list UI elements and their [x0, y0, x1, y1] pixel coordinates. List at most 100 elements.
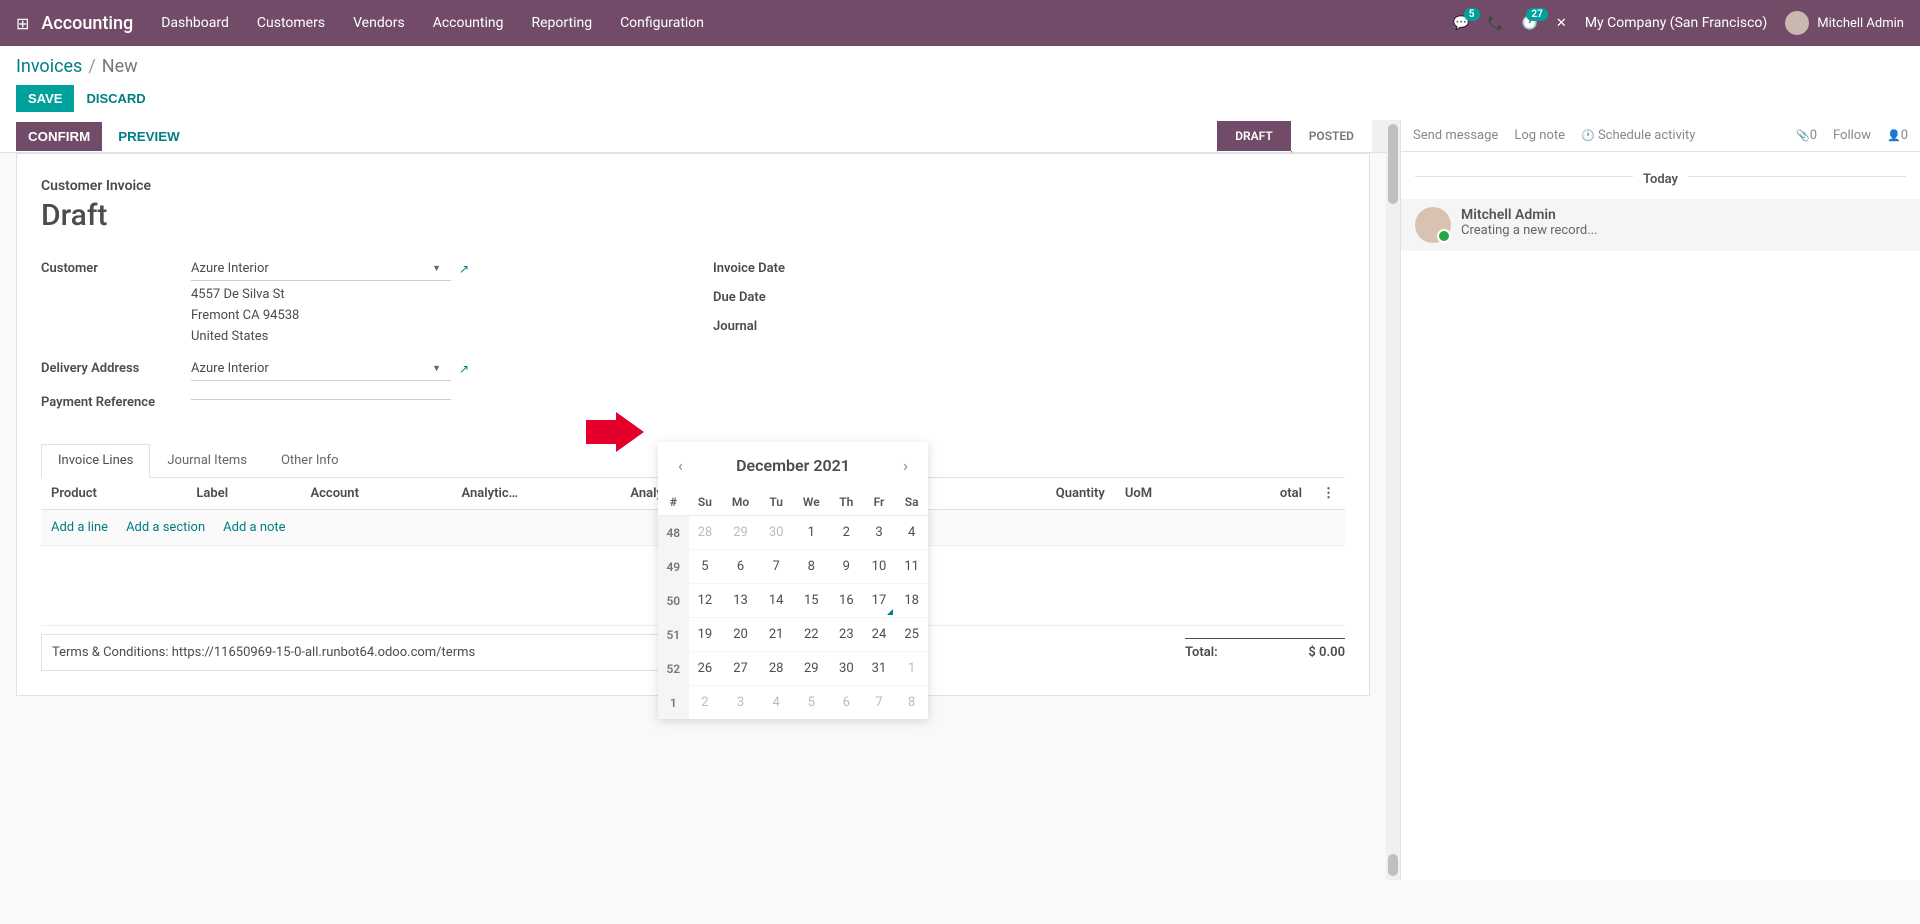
col-product: Product [41, 478, 186, 510]
menu-customers[interactable]: Customers [257, 15, 325, 31]
customer-input[interactable]: Azure Interior ▼ [191, 257, 451, 281]
send-message-button[interactable]: Send message [1413, 128, 1498, 143]
chat-icon[interactable]: 💬5 [1453, 16, 1469, 31]
calendar-day[interactable]: 26 [689, 652, 722, 686]
menu-reporting[interactable]: Reporting [532, 15, 593, 31]
status-posted[interactable]: POSTED [1291, 121, 1372, 151]
calendar-day[interactable]: 8 [793, 550, 831, 584]
debug-icon[interactable]: ✕ [1556, 16, 1567, 31]
menu-configuration[interactable]: Configuration [620, 15, 704, 31]
tab-invoice-lines[interactable]: Invoice Lines [41, 444, 150, 478]
calendar-day[interactable]: 29 [793, 652, 831, 686]
datepicker-prev-icon[interactable]: ‹ [670, 452, 691, 479]
calendar-day[interactable]: 4 [760, 686, 793, 720]
chevron-down-icon[interactable]: ▼ [432, 363, 441, 374]
menu-accounting[interactable]: Accounting [433, 15, 504, 31]
calendar-day[interactable]: 5 [793, 686, 831, 720]
calendar-day[interactable]: 23 [830, 618, 863, 652]
customer-address: 4557 De Silva St Fremont CA 94538 United… [191, 285, 673, 347]
calendar-day[interactable]: 1 [895, 652, 928, 686]
calendar-day[interactable]: 30 [830, 652, 863, 686]
menu-dashboard[interactable]: Dashboard [161, 15, 229, 31]
activity-icon[interactable]: 🕐27 [1522, 16, 1538, 31]
tab-journal-items[interactable]: Journal Items [150, 444, 264, 477]
calendar-day[interactable]: 27 [721, 652, 760, 686]
datepicker: ‹ December 2021 › #SuMoTuWeThFrSa 482829… [658, 442, 928, 719]
delivery-input[interactable]: Azure Interior ▼ [191, 357, 451, 381]
calendar-day[interactable]: 3 [863, 516, 896, 550]
add-section-button[interactable]: Add a section [126, 520, 205, 535]
calendar-day[interactable]: 17 [863, 584, 896, 618]
calendar-day[interactable]: 16 [830, 584, 863, 618]
schedule-activity-button[interactable]: 🕐 Schedule activity [1581, 128, 1695, 143]
calendar-day[interactable]: 12 [689, 584, 722, 618]
preview-button[interactable]: PREVIEW [118, 129, 179, 144]
follow-button[interactable]: Follow [1833, 128, 1871, 143]
status-draft[interactable]: DRAFT [1217, 121, 1291, 151]
calendar-day[interactable]: 22 [793, 618, 831, 652]
dow-header: Mo [721, 489, 760, 516]
chevron-down-icon[interactable]: ▼ [432, 263, 441, 274]
col-menu-icon[interactable]: ⋮ [1312, 478, 1345, 510]
calendar-day[interactable]: 24 [863, 618, 896, 652]
calendar-day[interactable]: 15 [793, 584, 831, 618]
calendar-day[interactable]: 3 [721, 686, 760, 720]
calendar-day[interactable]: 7 [760, 550, 793, 584]
calendar-day[interactable]: 9 [830, 550, 863, 584]
external-link-icon[interactable]: ↗ [459, 262, 469, 276]
user-menu[interactable]: Mitchell Admin [1785, 11, 1904, 35]
dow-header: Su [689, 489, 722, 516]
external-link-icon[interactable]: ↗ [459, 362, 469, 376]
calendar-day[interactable]: 8 [895, 686, 928, 720]
calendar-day[interactable]: 14 [760, 584, 793, 618]
calendar-day[interactable]: 28 [760, 652, 793, 686]
calendar-day[interactable]: 30 [760, 516, 793, 550]
terms-box[interactable]: Terms & Conditions: https://11650969-15-… [41, 634, 701, 671]
add-note-button[interactable]: Add a note [223, 520, 285, 535]
attachments-button[interactable]: 📎0 [1796, 128, 1817, 143]
followers-button[interactable]: 👤0 [1887, 128, 1908, 143]
topbar: ⊞ Accounting Dashboard Customers Vendors… [0, 0, 1920, 46]
add-line-button[interactable]: Add a line [51, 520, 108, 535]
calendar-day[interactable]: 2 [689, 686, 722, 720]
status-row: CONFIRM PREVIEW DRAFT POSTED [0, 120, 1386, 153]
calendar-day[interactable]: 29 [721, 516, 760, 550]
calendar-day[interactable]: 28 [689, 516, 722, 550]
app-name[interactable]: Accounting [41, 13, 133, 34]
apps-icon[interactable]: ⊞ [16, 14, 29, 33]
calendar-day[interactable]: 7 [863, 686, 896, 720]
calendar-day[interactable]: 18 [895, 584, 928, 618]
calendar-day[interactable]: 19 [689, 618, 722, 652]
payref-input[interactable] [191, 391, 451, 400]
calendar-day[interactable]: 25 [895, 618, 928, 652]
calendar-day[interactable]: 21 [760, 618, 793, 652]
main-scrollbar[interactable] [1386, 120, 1400, 880]
save-button[interactable]: SAVE [16, 85, 74, 112]
calendar-day[interactable]: 4 [895, 516, 928, 550]
discard-button[interactable]: DISCARD [86, 85, 145, 112]
calendar-day[interactable]: 6 [721, 550, 760, 584]
clock-icon: 🕐 [1581, 129, 1595, 142]
breadcrumb-root[interactable]: Invoices [16, 56, 82, 77]
calendar-day[interactable]: 20 [721, 618, 760, 652]
scrollbar[interactable] [1372, 120, 1386, 152]
col-uom: UoM [1115, 478, 1219, 510]
datepicker-title[interactable]: December 2021 [736, 456, 850, 475]
datepicker-next-icon[interactable]: › [895, 452, 916, 479]
calendar-day[interactable]: 2 [830, 516, 863, 550]
calendar-day[interactable]: 31 [863, 652, 896, 686]
calendar-day[interactable]: 6 [830, 686, 863, 720]
company-switcher[interactable]: My Company (San Francisco) [1585, 15, 1767, 31]
calendar-day[interactable]: 10 [863, 550, 896, 584]
calendar-day[interactable]: 1 [793, 516, 831, 550]
calendar-day[interactable]: 11 [895, 550, 928, 584]
chatter-topbar: Send message Log note 🕐 Schedule activit… [1401, 120, 1920, 152]
tab-other-info[interactable]: Other Info [264, 444, 356, 477]
datepicker-table: #SuMoTuWeThFrSa 482829301234495678910115… [658, 489, 928, 719]
calendar-day[interactable]: 5 [689, 550, 722, 584]
calendar-day[interactable]: 13 [721, 584, 760, 618]
phone-icon[interactable]: 📞 [1488, 16, 1504, 31]
confirm-button[interactable]: CONFIRM [16, 122, 102, 151]
log-note-button[interactable]: Log note [1514, 128, 1565, 143]
menu-vendors[interactable]: Vendors [353, 15, 405, 31]
